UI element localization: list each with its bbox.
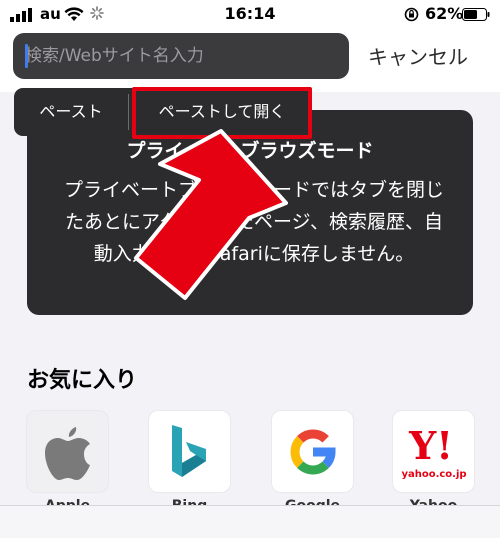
bing-icon <box>171 424 206 477</box>
favorite-tile[interactable]: Y! yahoo.co.jp <box>393 411 474 492</box>
bottom-toolbar <box>0 505 500 538</box>
cancel-button[interactable]: キャンセル <box>368 41 468 70</box>
rotation-lock-icon <box>404 7 419 22</box>
favorite-google[interactable]: Google <box>272 411 353 514</box>
apple-icon <box>44 426 90 480</box>
favorite-bing[interactable]: Bing <box>149 411 230 514</box>
text-caret <box>25 44 28 68</box>
private-browsing-card: プライベートブラウズモード プライベートブラウズモードではタブを閉じたあとにアク… <box>27 110 473 315</box>
favorite-tile[interactable] <box>149 411 230 492</box>
private-browsing-title: プライベートブラウズモード <box>126 140 374 162</box>
google-icon <box>290 429 336 474</box>
status-bar: au 16:14 62% <box>0 0 500 30</box>
battery-percentage: 62% <box>425 4 464 23</box>
svg-text:Y!: Y! <box>408 423 453 468</box>
favorite-apple[interactable]: Apple <box>27 411 108 514</box>
address-bar-area: キャンセル <box>0 30 500 92</box>
private-browsing-description: プライベートブラウズモードではタブを閉じたあとにアクセスしたページ、検索履歴、自… <box>63 179 444 265</box>
favorites-heading: お気に入り <box>27 368 138 393</box>
favorite-tile[interactable] <box>27 411 108 492</box>
address-search-field[interactable] <box>13 33 349 79</box>
svg-text:yahoo.co.jp: yahoo.co.jp <box>401 469 466 480</box>
search-input[interactable] <box>13 33 349 79</box>
yahoo-icon: Y! yahoo.co.jp <box>401 423 466 480</box>
favorite-tile[interactable] <box>272 411 353 492</box>
favorite-yahoo[interactable]: Y! yahoo.co.jp Yahoo <box>393 411 474 514</box>
menu-divider <box>128 94 129 130</box>
highlight-box-annotation <box>132 87 312 139</box>
paste-menu-item[interactable]: ペースト <box>14 88 128 136</box>
battery-icon <box>462 8 490 21</box>
